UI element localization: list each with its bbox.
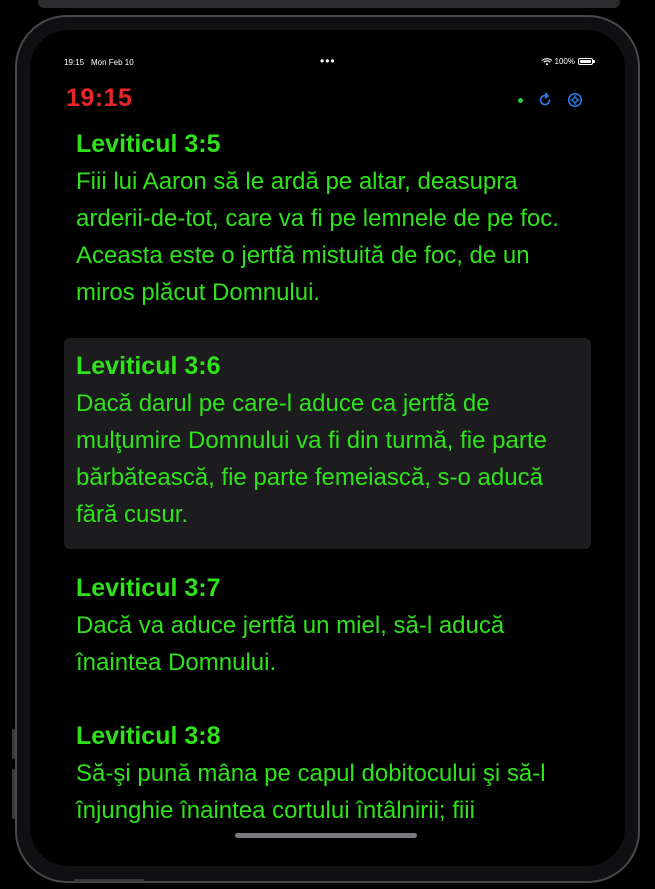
refresh-icon[interactable] [537, 92, 553, 108]
multitasking-dots[interactable]: ••• [320, 54, 336, 68]
side-button [12, 769, 15, 819]
home-indicator[interactable] [235, 833, 417, 838]
verse-reference: Leviticul 3:7 [76, 574, 221, 602]
status-indicators: 100% [541, 57, 595, 66]
verse-item[interactable]: Leviticul 3:5 Fiii lui Aaron să le ardă … [64, 129, 591, 311]
verse-reference: Leviticul 3:5 [76, 130, 221, 158]
top-button [74, 879, 144, 882]
host-window-edge [38, 0, 620, 8]
verse-text: Să-şi pună mâna pe capul dobitocului şi … [76, 760, 546, 824]
verse-text: Fiii lui Aaron să le ardă pe altar, deas… [76, 168, 559, 306]
verse-reference: Leviticul 3:6 [76, 352, 221, 380]
header-toolbar [518, 92, 583, 108]
app-clock: 19:15 [66, 84, 133, 112]
settings-icon[interactable] [567, 92, 583, 108]
screen: 19:15 Mon Feb 10 ••• 100% 19:15 Leviticu… [30, 30, 625, 866]
wifi-icon [541, 57, 552, 65]
battery-percent: 100% [554, 57, 575, 66]
side-button [12, 729, 15, 759]
verse-text: Dacă darul pe care-l aduce ca jertfă de … [76, 390, 547, 528]
verse-item-selected[interactable]: Leviticul 3:6 Dacă darul pe care-l aduce… [64, 338, 591, 549]
status-time: 19:15 [64, 58, 85, 67]
verse-text: Dacă va aduce jertfă un miel, să-l aducă… [76, 612, 505, 676]
status-dot-icon [518, 97, 523, 103]
verse-item[interactable]: Leviticul 3:7 Dacă va aduce jertfă un mi… [64, 573, 591, 681]
status-date: Mon Feb 10 [91, 58, 134, 67]
battery-icon [578, 58, 595, 65]
verse-reference: Leviticul 3:8 [76, 722, 221, 750]
status-bar: 19:15 Mon Feb 10 ••• 100% [30, 30, 625, 68]
verse-item[interactable]: Leviticul 3:8 Să-şi pună mâna pe capul d… [64, 721, 591, 829]
